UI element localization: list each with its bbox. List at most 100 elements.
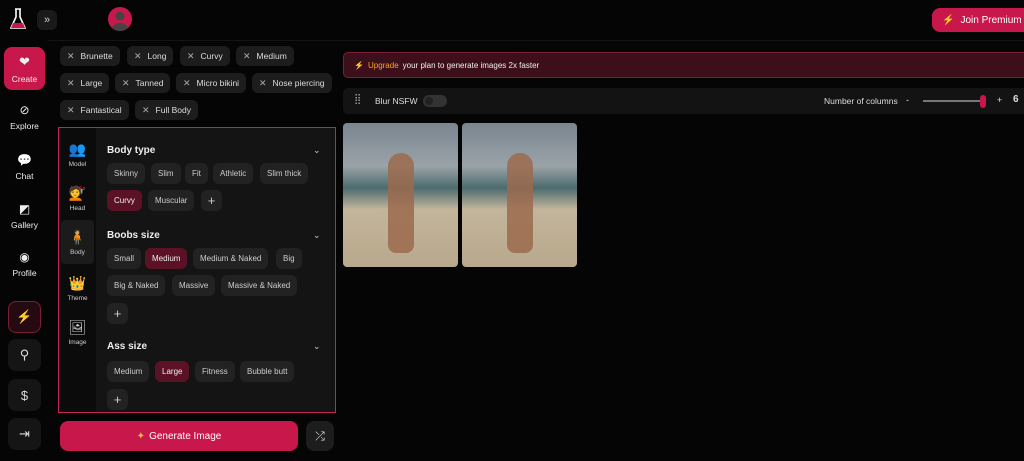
option-chip[interactable]: Fitness	[195, 361, 235, 382]
tag-chip[interactable]: ✕ Curvy	[180, 46, 230, 66]
category-tabs: 👥 Model 💇 Head 🧍 Body 👑 Theme 🖼 Image	[59, 128, 96, 412]
lightning-icon: ⚡	[16, 309, 33, 324]
sidebar-label: Gallery	[11, 220, 38, 230]
upgrade-link[interactable]: Upgrade	[368, 61, 399, 70]
tab-image[interactable]: 🖼 Image	[61, 310, 94, 354]
generated-image[interactable]	[462, 123, 577, 267]
sidebar-item-profile[interactable]: ◉ Profile	[4, 250, 45, 278]
randomize-button[interactable]: ⤮	[306, 421, 334, 451]
option-chip[interactable]: Massive & Naked	[221, 275, 298, 296]
option-chip[interactable]: Fit	[185, 163, 208, 184]
add-option-button[interactable]: +	[107, 389, 128, 410]
option-chip-selected[interactable]: Curvy	[107, 190, 142, 211]
option-chip[interactable]: Big	[276, 248, 302, 269]
sidebar-label: Create	[11, 73, 38, 84]
tag-chip[interactable]: ✕ Fantastical	[60, 100, 129, 120]
user-avatar[interactable]	[108, 7, 132, 31]
attributes-panel: 👥 Model 💇 Head 🧍 Body 👑 Theme 🖼 Image Body ty…	[58, 127, 336, 413]
remove-icon[interactable]: ✕	[259, 78, 267, 89]
flask-logo-icon[interactable]	[10, 8, 26, 30]
tag-chip[interactable]: ✕ Tanned	[115, 73, 171, 93]
tab-body[interactable]: 🧍 Body	[61, 220, 94, 264]
columns-decrease[interactable]: -	[906, 95, 909, 105]
join-premium-button[interactable]: ⚡ Join Premium	[932, 8, 1024, 32]
chevron-down-icon[interactable]: ⌄	[313, 230, 321, 241]
sidebar-item-gallery[interactable]: ◩ Gallery	[4, 202, 45, 230]
logout-button[interactable]: ⇥	[8, 418, 41, 450]
option-chip-selected[interactable]: Large	[155, 361, 190, 382]
tag-chip[interactable]: ✕ Large	[60, 73, 110, 93]
profile-icon: ◉	[19, 250, 30, 264]
crown-icon: 👑	[68, 274, 87, 291]
compass-icon: ⊘	[19, 103, 30, 117]
tag-chip[interactable]: ✕ Full Body	[135, 100, 198, 120]
add-option-button[interactable]: +	[201, 190, 222, 211]
upgrade-button[interactable]: ⚡	[8, 301, 41, 333]
chat-icon: 💬	[17, 153, 32, 167]
heart-plus-icon: ❤	[19, 53, 30, 69]
option-chip[interactable]: Medium	[107, 361, 150, 382]
remove-icon[interactable]: ✕	[187, 51, 195, 62]
lightning-icon: ⚡	[942, 14, 955, 26]
tag-label: Large	[80, 78, 103, 88]
tab-head[interactable]: 💇 Head	[61, 176, 94, 220]
expand-sidebar-button[interactable]: »	[37, 10, 57, 30]
columns-value: 6	[1013, 94, 1019, 105]
image-subject	[507, 153, 533, 253]
remove-icon[interactable]: ✕	[67, 105, 75, 116]
sidebar-item-chat[interactable]: 💬 Chat	[4, 153, 45, 181]
add-option-button[interactable]: +	[107, 303, 128, 324]
sidebar-item-explore[interactable]: ⊘ Explore	[4, 103, 45, 131]
section-title: Ass size	[107, 341, 148, 352]
chevron-down-icon[interactable]: ⌄	[313, 145, 321, 156]
columns-slider[interactable]	[923, 100, 985, 102]
option-chip-selected[interactable]: Medium	[145, 248, 188, 269]
option-chip[interactable]: Bubble butt	[240, 361, 295, 382]
subscription-button[interactable]: $	[8, 379, 41, 411]
remove-icon[interactable]: ✕	[183, 78, 191, 89]
sidebar-item-create[interactable]: ❤ Create	[4, 47, 45, 90]
remove-icon[interactable]: ✕	[243, 51, 251, 62]
sparkle-icon: ✦	[136, 430, 146, 442]
tag-chip[interactable]: ✕ Nose piercing	[252, 73, 332, 93]
option-chip[interactable]: Big & Naked	[107, 275, 166, 296]
option-chip[interactable]: Skinny	[107, 163, 146, 184]
tag-label: Full Body	[155, 105, 191, 115]
option-chip[interactable]: Medium & Naked	[193, 248, 269, 269]
option-chip[interactable]: Small	[107, 248, 142, 269]
remove-icon[interactable]: ✕	[67, 51, 75, 62]
head-icon: 💇	[68, 184, 87, 201]
columns-slider-handle[interactable]	[980, 95, 986, 108]
option-chip[interactable]: Slim	[151, 163, 181, 184]
columns-increase[interactable]: +	[997, 95, 1002, 105]
blur-nsfw-toggle[interactable]	[423, 95, 447, 107]
tag-label: Medium	[256, 51, 287, 61]
tag-chip[interactable]: ✕ Micro bikini	[176, 73, 247, 93]
image-icon: 🖼	[68, 318, 87, 335]
sidebar-label: Chat	[15, 171, 34, 181]
currency-swap-icon: $	[20, 387, 29, 403]
body-icon: 🧍	[68, 228, 87, 245]
sidebar-label: Profile	[12, 268, 37, 278]
sidebar-label: Explore	[10, 121, 39, 131]
key-button[interactable]: ⚲	[8, 339, 41, 371]
tag-chip[interactable]: ✕ Medium	[236, 46, 294, 66]
tab-model[interactable]: 👥 Model	[61, 132, 94, 176]
remove-icon[interactable]: ✕	[67, 78, 75, 89]
option-chip[interactable]: Massive	[172, 275, 216, 296]
generate-image-button[interactable]: ✦ Generate Image	[60, 421, 298, 451]
tag-chip[interactable]: ✕ Long	[127, 46, 174, 66]
tab-label: Body	[70, 248, 85, 256]
upgrade-banner: ⚡ Upgrade your plan to generate images 2x …	[343, 52, 1024, 78]
tab-theme[interactable]: 👑 Theme	[61, 266, 94, 310]
blur-nsfw-label: Blur NSFW	[375, 96, 418, 106]
remove-icon[interactable]: ✕	[122, 78, 130, 89]
generated-image[interactable]	[343, 123, 458, 267]
option-chip[interactable]: Athletic	[213, 163, 254, 184]
remove-icon[interactable]: ✕	[134, 51, 142, 62]
tag-chip[interactable]: ✕ Brunette	[60, 46, 120, 66]
option-chip[interactable]: Muscular	[148, 190, 195, 211]
chevron-down-icon[interactable]: ⌄	[313, 341, 321, 352]
remove-icon[interactable]: ✕	[142, 105, 150, 116]
option-chip[interactable]: Slim thick	[260, 163, 309, 184]
